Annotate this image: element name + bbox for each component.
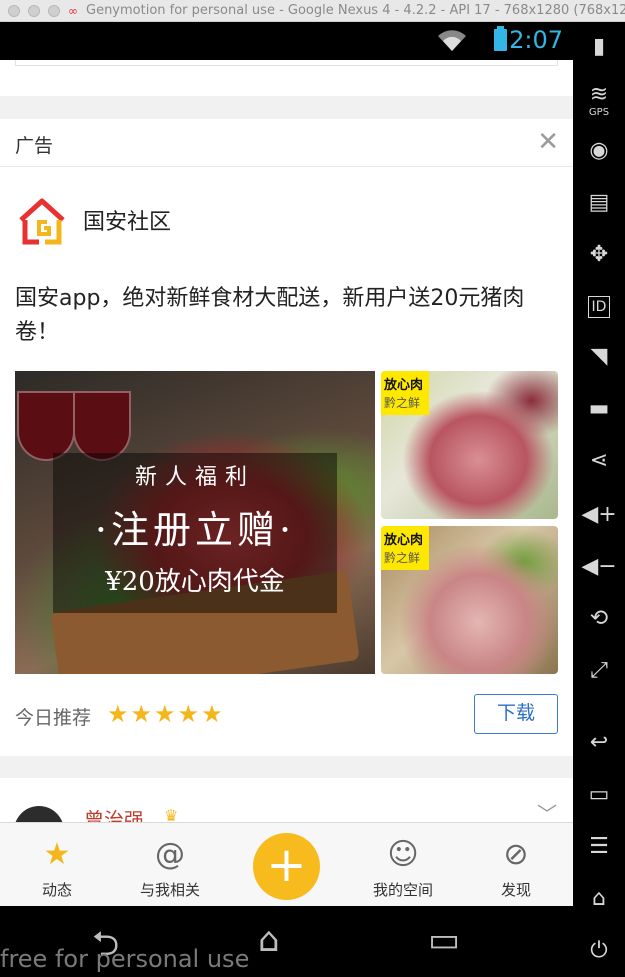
- webcam-tool-icon[interactable]: ◉: [573, 138, 625, 163]
- close-window-button[interactable]: [8, 5, 20, 17]
- promo-offer: ¥20放心肉代金: [105, 567, 285, 597]
- bottom-nav: ★ 动态 @ 与我相关 + ☺ 我的空间 ⊘ 发现: [0, 822, 573, 906]
- tab-label: 我的空间: [372, 881, 433, 899]
- battery-tool-icon[interactable]: ▮: [573, 34, 625, 59]
- post-author-name[interactable]: 曾治强: [84, 804, 144, 822]
- star-z-icon: ★: [43, 837, 71, 872]
- network-tool-icon[interactable]: ◥: [573, 344, 625, 369]
- tab-feed[interactable]: ★ 动态: [2, 823, 112, 907]
- tab-label: 发现: [500, 881, 531, 899]
- scale-icon[interactable]: ⤢: [573, 658, 625, 683]
- rotate-icon[interactable]: ⟲: [573, 606, 625, 631]
- banner-side-image-bottom[interactable]: 放心肉 黔之鲜: [381, 526, 558, 674]
- recent-apps-tool-icon[interactable]: ▭: [573, 782, 625, 807]
- capture-tool-icon[interactable]: ▤: [573, 190, 625, 215]
- volume-down-icon[interactable]: ◀−: [573, 554, 625, 579]
- window-title: Genymotion for personal use - Google Nex…: [86, 3, 625, 18]
- banner-side-image-top[interactable]: 放心肉 黔之鲜: [381, 371, 558, 519]
- power-icon[interactable]: ⏻: [573, 938, 625, 963]
- home-icon[interactable]: ⌂: [258, 920, 280, 960]
- banner-main-image[interactable]: 新人福利 ·注册立赠· ¥20放心肉代金: [15, 371, 375, 674]
- promo-big-headline: ·注册立赠·: [94, 508, 296, 552]
- genymotion-logo-icon: ∞: [68, 4, 78, 18]
- recommend-label: 今日推荐: [15, 707, 92, 729]
- brand-logo-icon[interactable]: [17, 198, 67, 246]
- previous-card: [0, 60, 573, 96]
- tab-mentions[interactable]: @ 与我相关: [115, 823, 225, 907]
- watermark: free for personal use: [0, 945, 250, 973]
- window-titlebar: ∞ Genymotion for personal use - Google N…: [0, 0, 625, 22]
- wifi-icon: [438, 30, 466, 51]
- minimize-window-button[interactable]: [28, 5, 40, 17]
- avatar[interactable]: [14, 806, 64, 822]
- android-back-icon[interactable]: ↩: [573, 730, 625, 755]
- feed-content[interactable]: 广告 ✕ 国安社区 国安app，绝对新鲜食材大配送，新用户送20元猪肉卷！ 新人…: [0, 60, 573, 822]
- status-bar: 2:07: [0, 22, 573, 60]
- screen: ∞ Genymotion for personal use - Google N…: [0, 0, 625, 977]
- sms-tool-icon[interactable]: ▬: [573, 396, 625, 421]
- brand-name[interactable]: 国安社区: [83, 204, 171, 236]
- compass-icon: ⊘: [503, 837, 529, 872]
- person-icon: ☺: [387, 837, 419, 872]
- zoom-window-button[interactable]: [48, 5, 60, 17]
- recent-apps-icon[interactable]: ▭: [428, 920, 460, 960]
- ad-card[interactable]: 广告 ✕ 国安社区 国安app，绝对新鲜食材大配送，新用户送20元猪肉卷！ 新人…: [0, 119, 573, 756]
- tab-discover[interactable]: ⊘ 发现: [461, 823, 571, 907]
- ad-description: 国安app，绝对新鲜食材大配送，新用户送20元猪肉卷！: [15, 286, 525, 345]
- vip-badge-icon: ♛: [164, 806, 179, 822]
- ad-banner[interactable]: 新人福利 ·注册立赠· ¥20放心肉代金 放心肉 黔之鲜 放心肉 黔之鲜: [15, 371, 558, 674]
- star-rating: ★★★★★: [107, 700, 225, 728]
- at-icon: @: [155, 837, 185, 872]
- remote-control-icon[interactable]: ✥: [573, 242, 625, 267]
- promo-small-headline: 新人福利: [134, 465, 255, 490]
- battery-icon: [494, 26, 507, 51]
- download-button[interactable]: 下载: [474, 694, 558, 734]
- tab-my-space[interactable]: ☺ 我的空间: [348, 823, 458, 907]
- chevron-down-icon[interactable]: ﹀: [537, 798, 557, 822]
- product-tag: 放心肉 黔之鲜: [381, 526, 429, 570]
- ad-header: 广告 ✕: [0, 119, 573, 167]
- close-icon[interactable]: ✕: [537, 127, 559, 157]
- emulator-toolbar: ▮ ≋ GPS ◉ ▤ ✥ ID ◥ ▬ ⋖ ◀+ ◀− ⟲ ⤢ ↩ ▭ ☰ ⌂ …: [573, 22, 625, 977]
- menu-icon[interactable]: ☰: [573, 834, 625, 859]
- tab-label: 动态: [41, 881, 72, 899]
- tab-label: 与我相关: [139, 881, 200, 899]
- status-time: 2:07: [509, 26, 563, 54]
- banner-promo-overlay: 新人福利 ·注册立赠· ¥20放心肉代金: [53, 453, 337, 613]
- ad-label: 广告: [15, 135, 54, 157]
- home-tool-icon[interactable]: ⌂: [573, 886, 625, 911]
- volume-up-icon[interactable]: ◀+: [573, 502, 625, 527]
- gps-tool-icon[interactable]: ≋ GPS: [573, 82, 625, 118]
- device-id-icon[interactable]: ID: [573, 294, 625, 320]
- plus-icon[interactable]: +: [253, 833, 320, 900]
- feed-post[interactable]: 曾治强 ♛ ﹀: [0, 778, 573, 822]
- share-icon[interactable]: ⋖: [573, 448, 625, 473]
- product-tag: 放心肉 黔之鲜: [381, 371, 429, 415]
